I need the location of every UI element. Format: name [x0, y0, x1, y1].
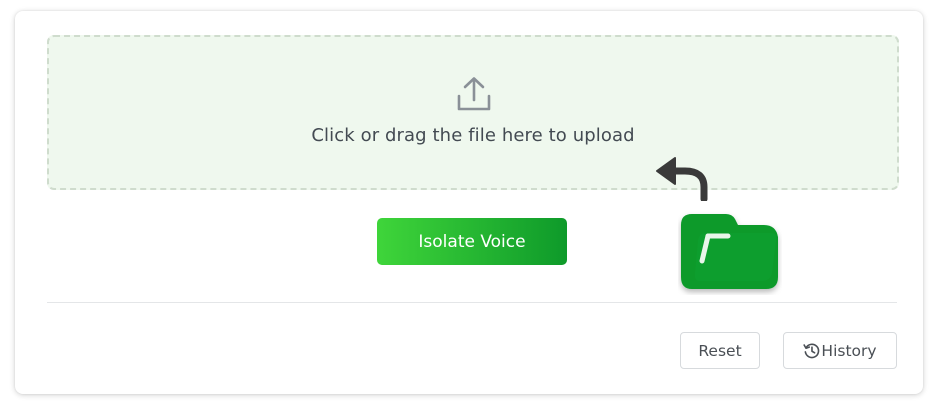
folder-icon: [681, 214, 778, 289]
section-divider: [47, 302, 897, 303]
history-icon: [803, 343, 820, 359]
isolate-voice-button[interactable]: Isolate Voice: [377, 218, 567, 265]
reset-button[interactable]: Reset: [680, 332, 760, 369]
upload-icon: [457, 77, 491, 111]
history-button[interactable]: History: [783, 332, 897, 369]
curved-arrow-icon: [656, 157, 708, 201]
reset-label: Reset: [698, 341, 742, 360]
file-dropzone[interactable]: Click or drag the file here to upload: [47, 35, 899, 190]
upload-card: Click or drag the file here to upload Is…: [15, 11, 923, 394]
upload-prompt: Click or drag the file here to upload: [311, 125, 635, 146]
history-label: History: [821, 341, 877, 360]
